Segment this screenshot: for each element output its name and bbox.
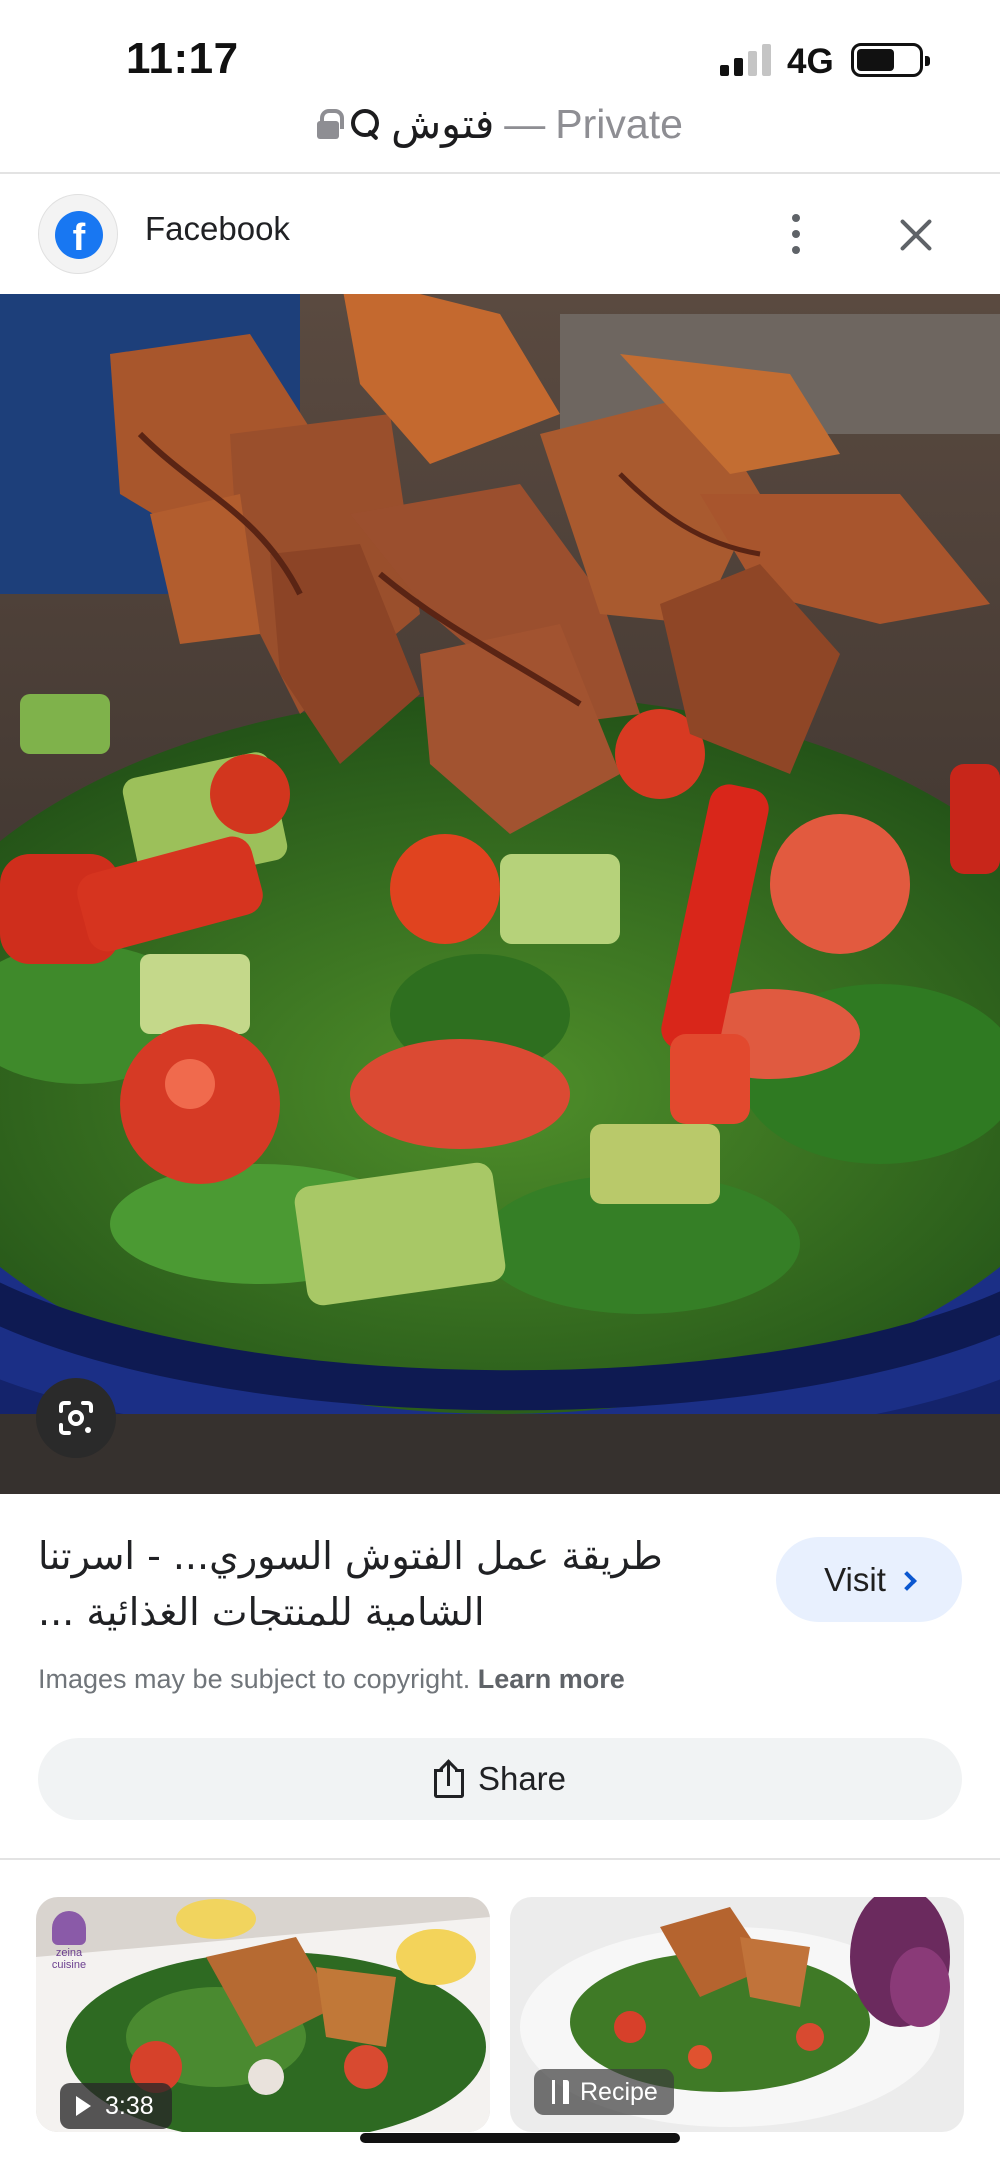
fork-knife-icon: [550, 2080, 570, 2104]
divider: [0, 1858, 1000, 1860]
close-icon[interactable]: [895, 214, 937, 256]
recipe-badge: Recipe: [534, 2069, 674, 2115]
signal-strength-icon: [720, 44, 772, 76]
copyright-text: Images may be subject to copyright.: [38, 1664, 471, 1694]
share-label: Share: [477, 1760, 567, 1797]
copyright-notice: Images may be subject to copyright. Lear…: [38, 1664, 625, 1695]
visit-label: Visit: [824, 1560, 886, 1598]
source-name[interactable]: Facebook: [145, 210, 290, 248]
recipe-label: Recipe: [580, 2077, 658, 2106]
chevron-right-icon: [896, 1570, 917, 1591]
browsing-mode: Private: [555, 100, 683, 147]
share-icon: [433, 1759, 464, 1798]
battery-icon: [851, 43, 930, 77]
visit-button[interactable]: Visit: [776, 1537, 962, 1622]
network-type: 4G: [787, 42, 834, 81]
result-title[interactable]: طريقة عمل الفتوش السوري... - اسرتنا الشا…: [38, 1528, 738, 1640]
search-query: فتوش: [391, 101, 495, 147]
status-bar: 11:17 4G: [0, 0, 1000, 115]
learn-more-link[interactable]: Learn more: [478, 1664, 625, 1694]
status-time: 11:17: [126, 34, 239, 83]
facebook-icon: f: [55, 211, 103, 259]
video-duration-badge: 3:38: [60, 2083, 172, 2129]
source-favicon[interactable]: f: [38, 194, 118, 274]
watermark-text: zeina cuisine: [51, 1947, 87, 1971]
result-image[interactable]: [0, 294, 1000, 1494]
source-header: f Facebook: [0, 174, 1000, 294]
video-duration: 3:38: [105, 2091, 154, 2120]
related-image[interactable]: zeina cuisine 3:38: [36, 1897, 490, 2132]
cupcake-logo-icon: [52, 1911, 86, 1945]
home-indicator[interactable]: [360, 2133, 680, 2143]
related-image[interactable]: Recipe: [510, 1897, 964, 2132]
url-separator: —: [504, 100, 546, 147]
search-icon: [349, 107, 381, 141]
google-lens-icon: [59, 1401, 93, 1435]
address-bar[interactable]: فتوش — Private: [0, 100, 1000, 152]
more-options-icon[interactable]: [782, 210, 810, 260]
lock-icon: [317, 109, 345, 139]
lens-button[interactable]: [36, 1378, 116, 1458]
thumbnail-watermark: zeina cuisine: [44, 1911, 94, 1971]
share-button[interactable]: Share: [38, 1738, 962, 1820]
play-icon: [76, 2096, 91, 2116]
